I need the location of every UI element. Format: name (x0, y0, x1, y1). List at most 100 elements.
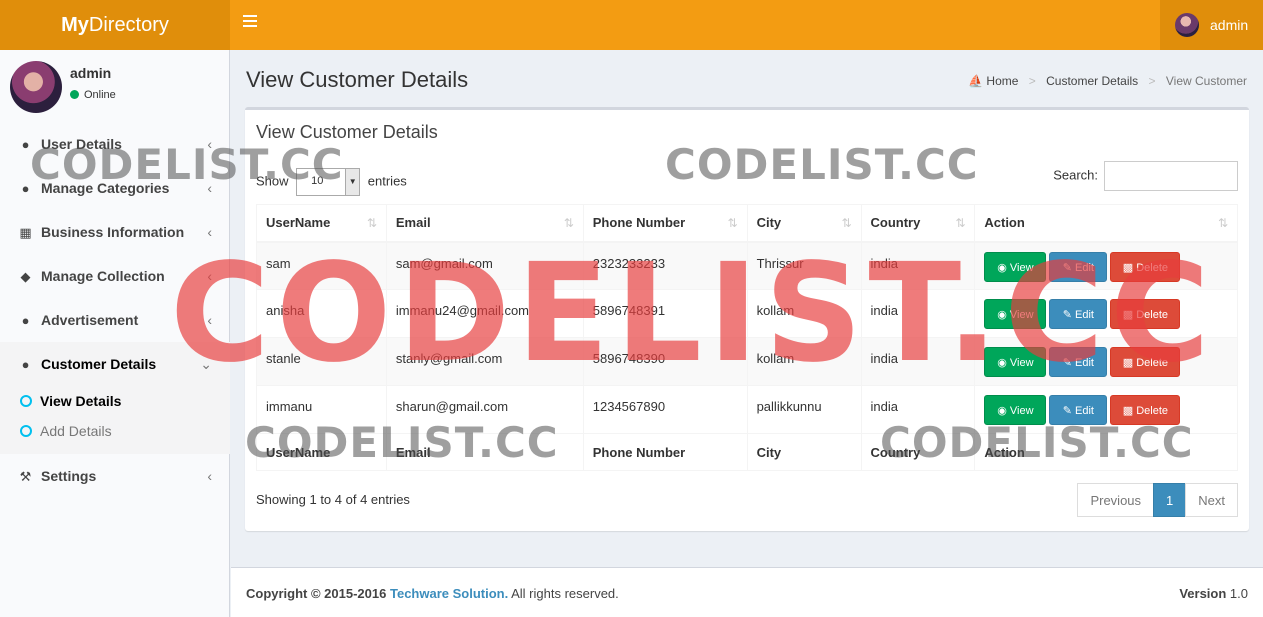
cell-country: india (860, 385, 976, 434)
user-menu-name: admin (1210, 17, 1249, 33)
delete-button[interactable]: ▩ Delete (1110, 395, 1181, 425)
customer-details-submenu: View Details Add Details (0, 386, 230, 454)
online-dot-icon (70, 90, 79, 99)
sort-icon: ⇅ (1217, 216, 1228, 230)
column-header-city[interactable]: City ⇅ (746, 204, 862, 243)
edit-icon: ✎ (1062, 357, 1072, 369)
footer-header-city: City (746, 433, 862, 471)
cell-username: anisha (256, 289, 387, 338)
page-length-select[interactable]: 10 ▼ (296, 168, 361, 196)
top-navbar: MyDirectory admin (0, 0, 1263, 50)
sort-icon: ⇅ (841, 216, 852, 230)
sort-icon: ⇅ (727, 216, 738, 230)
delete-button[interactable]: ▩ Delete (1110, 251, 1181, 282)
cell-phone: 1234567890 (582, 385, 748, 434)
box-title: View Customer Details (256, 122, 438, 142)
edit-icon: ✎ (1062, 261, 1072, 274)
page-length-control: Show 10 ▼ entries (256, 168, 407, 196)
column-header-email[interactable]: Email ⇅ (385, 204, 584, 243)
user-icon: ● (21, 181, 30, 196)
pagination: Previous 1 Next (1077, 483, 1238, 517)
table-row: anisha immanu24@gmail.com 5896748391 kol… (256, 289, 1238, 338)
delete-button[interactable]: ▩ Delete (1110, 347, 1181, 377)
edit-icon: ✎ (1062, 309, 1072, 321)
cell-city: Thrissur (746, 241, 862, 290)
sidebar-item-user-details[interactable]: ● User Details ‹ (0, 122, 230, 166)
sidebar-item-settings[interactable]: ⚒ Settings ‹ (0, 454, 230, 498)
cell-actions: ◉ View ✎ Edit ▩ Delete (974, 385, 1238, 434)
cell-country: india (860, 337, 976, 386)
view-button[interactable]: ◉ View (984, 299, 1047, 329)
user-menu[interactable]: admin (1160, 0, 1263, 50)
sidebar-item-business-information[interactable]: ▦ Business Information ‹ (0, 210, 230, 254)
pagination-next[interactable]: Next (1185, 483, 1238, 517)
trash-icon: ▩ (1122, 261, 1134, 274)
circle-icon (20, 395, 32, 407)
table-row: immanu sharun@gmail.com 1234567890 palli… (256, 385, 1238, 434)
sidebar-subitem-add-details[interactable]: Add Details (0, 416, 230, 446)
sidebar-item-customer-details[interactable]: ● Customer Details ⌄ (0, 342, 230, 386)
cell-phone: 5896748391 (582, 289, 748, 338)
chevron-left-icon: ‹ (207, 180, 212, 196)
company-link[interactable]: Techware Solution. (390, 586, 508, 601)
view-button[interactable]: ◉ View (984, 347, 1047, 377)
table-row: sam sam@gmail.com 2323233233 Thrissur in… (256, 241, 1238, 290)
footer-header-username: UserName (256, 433, 387, 471)
cell-country: india (860, 289, 976, 338)
cell-country: india (860, 241, 976, 290)
table-info: Showing 1 to 4 of 4 entries (256, 492, 410, 507)
eye-icon: ◉ (997, 261, 1007, 274)
page-title: View Customer Details (246, 67, 469, 92)
cube-icon: ◆ (20, 269, 31, 284)
customer-table: UserName ⇅ Email ⇅ Phone Number ⇅ City ⇅ Cou… (256, 204, 1238, 471)
column-header-phone[interactable]: Phone Number ⇅ (582, 204, 748, 243)
avatar (1175, 13, 1199, 37)
sidebar-item-manage-collection[interactable]: ◆ Manage Collection ‹ (0, 254, 230, 298)
table-search: Search: (1053, 161, 1238, 191)
cell-phone: 2323233233 (582, 241, 748, 290)
copyright: Copyright © 2015-2016 Techware Solution.… (246, 586, 619, 601)
cell-actions: ◉ View ✎ Edit ▩ Delete (974, 241, 1238, 290)
breadcrumb-parent[interactable]: Customer Details (1046, 74, 1138, 88)
edit-button[interactable]: ✎ Edit (1049, 347, 1108, 377)
sidebar-toggle-icon[interactable] (243, 15, 257, 29)
edit-icon: ✎ (1062, 405, 1072, 417)
edit-button[interactable]: ✎ Edit (1049, 299, 1108, 329)
breadcrumb-current: View Customer (1165, 74, 1247, 88)
pagination-previous[interactable]: Previous (1077, 483, 1155, 517)
user-icon: ● (21, 313, 30, 328)
app-logo[interactable]: MyDirectory (0, 0, 230, 50)
footer-header-country: Country (860, 433, 976, 471)
customer-details-box: View Customer Details Show 10 ▼ entries S… (245, 107, 1249, 531)
search-input[interactable] (1104, 161, 1238, 191)
cell-email: immanu24@gmail.com (385, 289, 584, 338)
edit-button[interactable]: ✎ Edit (1049, 395, 1108, 425)
sort-icon: ⇅ (563, 216, 574, 230)
cell-username: immanu (256, 385, 387, 434)
chevron-left-icon: ‹ (207, 136, 212, 152)
edit-button[interactable]: ✎ Edit (1049, 251, 1108, 282)
sidebar-item-manage-categories[interactable]: ● Manage Categories ‹ (0, 166, 230, 210)
avatar (10, 61, 62, 113)
view-button[interactable]: ◉ View (984, 395, 1047, 425)
cell-username: sam (256, 241, 387, 290)
column-header-country[interactable]: Country ⇅ (860, 204, 976, 243)
column-header-action[interactable]: Action ⇅ (974, 204, 1238, 243)
building-icon: ▦ (19, 225, 32, 240)
chevron-left-icon: ‹ (207, 268, 212, 284)
column-header-username[interactable]: UserName ⇅ (256, 204, 387, 243)
delete-button[interactable]: ▩ Delete (1110, 299, 1181, 329)
eye-icon: ◉ (997, 309, 1007, 321)
cell-actions: ◉ View ✎ Edit ▩ Delete (974, 289, 1238, 338)
sidebar-subitem-view-details[interactable]: View Details (0, 386, 230, 416)
sidebar-item-advertisement[interactable]: ● Advertisement ‹ (0, 298, 230, 342)
breadcrumb: ⛵ Home > Customer Details > View Custome… (968, 74, 1247, 88)
breadcrumb-home[interactable]: Home (986, 74, 1018, 88)
chevron-left-icon: ‹ (207, 468, 212, 484)
sort-icon: ⇅ (366, 216, 377, 230)
user-panel: admin Online (10, 61, 225, 113)
pagination-page-1[interactable]: 1 (1153, 483, 1187, 517)
table-row: stanle stanly@gmail.com 5896748390 kolla… (256, 337, 1238, 386)
chevron-down-icon: ⌄ (200, 356, 212, 372)
view-button[interactable]: ◉ View (984, 251, 1047, 282)
